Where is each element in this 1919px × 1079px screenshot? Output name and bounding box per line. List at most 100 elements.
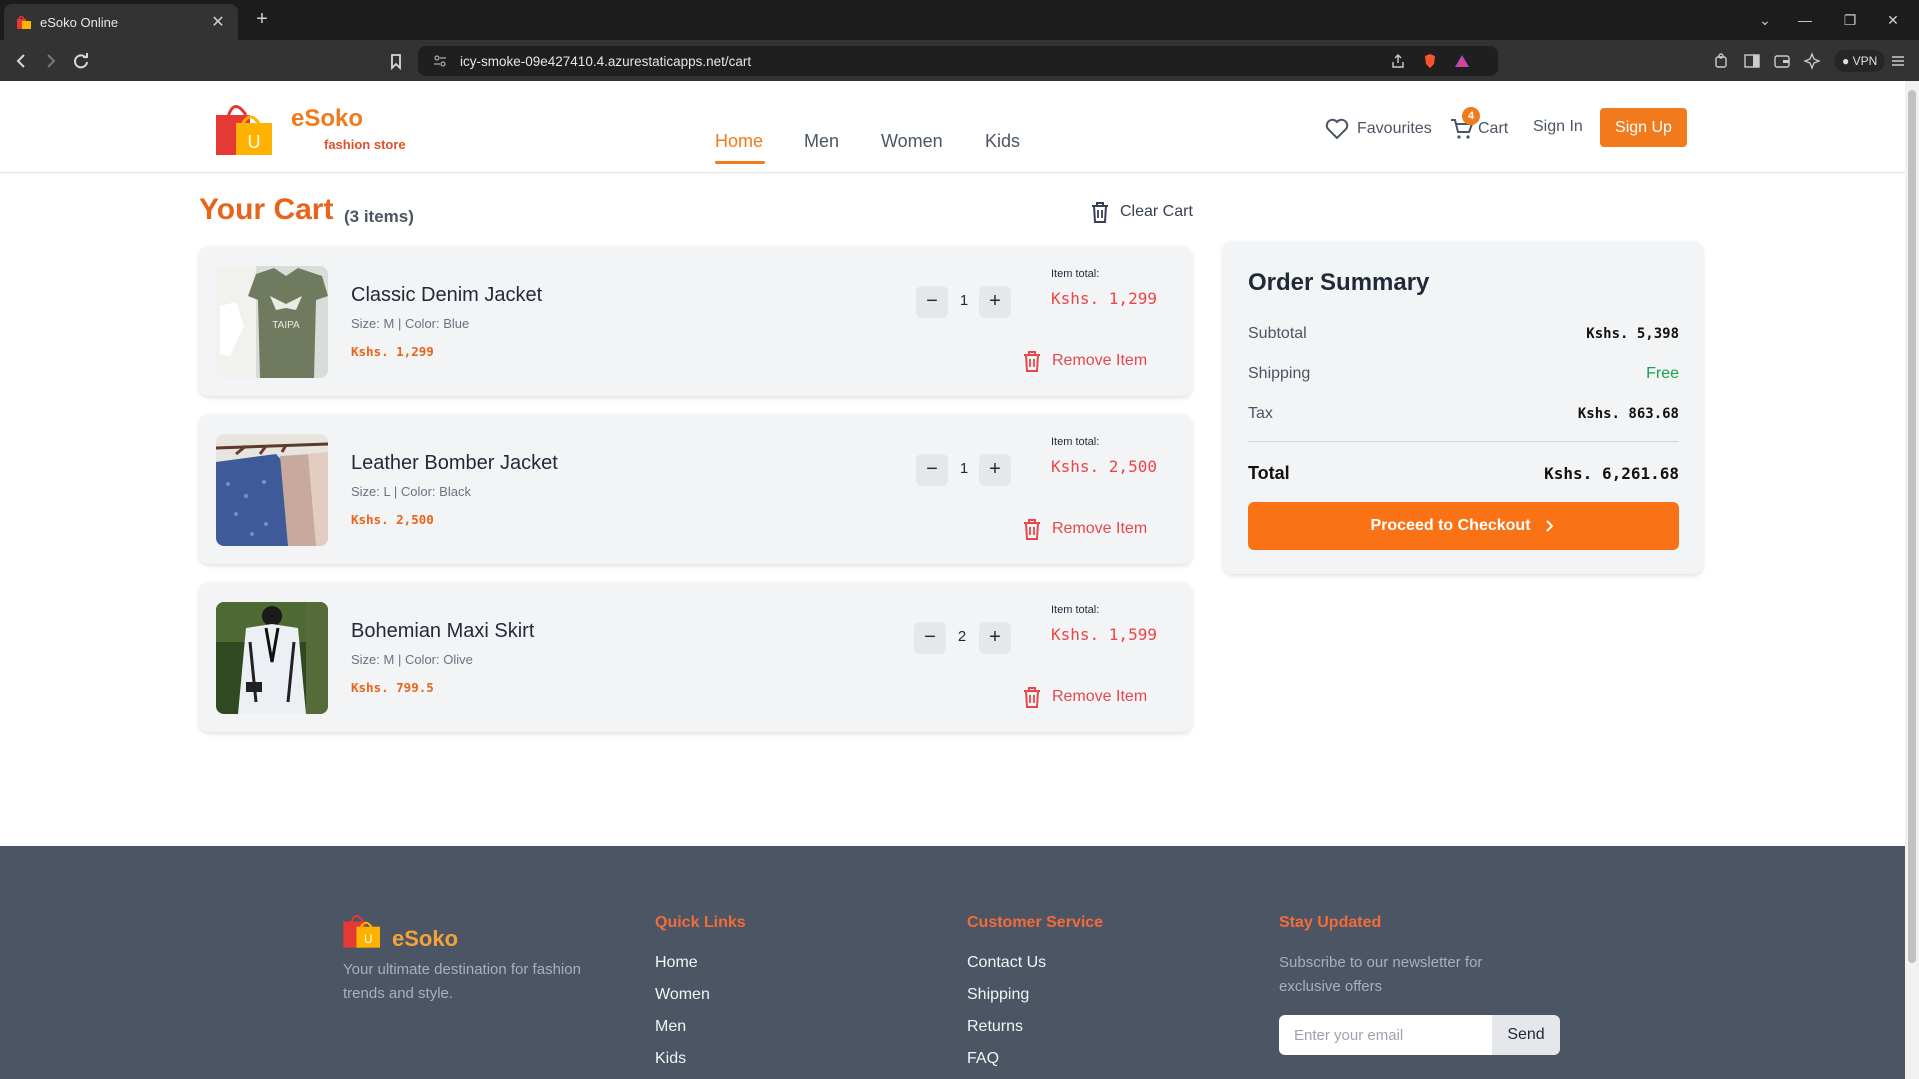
nav-women[interactable]: Women [881, 131, 943, 152]
item-total-value: Kshs. 2,500 [1051, 457, 1157, 476]
product-name: Bohemian Maxi Skirt [351, 620, 535, 642]
summary-divider [1248, 441, 1679, 442]
vpn-label: VPN [1852, 54, 1878, 68]
cart-item: TAIPA Classic Denim Jacket Size: M | Col… [199, 246, 1192, 396]
trash-icon [1092, 202, 1108, 223]
tab-title: eSoko Online [40, 14, 119, 30]
footer-description: Your ultimate destination for fashion tr… [343, 961, 581, 1002]
product-variant: Size: M | Color: Olive [351, 652, 473, 667]
wallet-icon[interactable] [1773, 52, 1791, 70]
shipping-label: Shipping [1248, 365, 1311, 382]
forward-icon[interactable] [38, 48, 64, 74]
remove-item-label: Remove Item [1052, 688, 1148, 705]
browser-tab[interactable]: eSoko Online ✕ [4, 4, 238, 40]
total-value: Kshs. 6,261.68 [1544, 464, 1679, 483]
product-image[interactable]: TAIPA [216, 266, 328, 378]
footer-link-returns[interactable]: Returns [967, 1018, 1023, 1036]
cart-item: Bohemian Maxi Skirt Size: M | Color: Oli… [199, 582, 1192, 732]
address-bar[interactable]: icy-smoke-09e427410.4.azurestaticapps.ne… [418, 46, 1498, 76]
newsletter-send-button[interactable]: Send [1492, 1015, 1560, 1055]
decrease-quantity-button[interactable]: − [916, 286, 948, 318]
remove-item-button[interactable]: Remove Item [1021, 517, 1147, 541]
product-name: Leather Bomber Jacket [351, 452, 558, 474]
customer-service-heading: Customer Service [967, 914, 1104, 931]
share-icon[interactable] [1390, 53, 1406, 69]
footer-logo-icon[interactable]: U [343, 911, 383, 949]
brand-name[interactable]: eSoko [291, 105, 363, 133]
decrease-quantity-button[interactable]: − [914, 622, 946, 654]
product-image[interactable] [216, 434, 328, 546]
cart-link[interactable]: Cart [1450, 118, 1508, 140]
item-total-label: Item total: [1051, 604, 1100, 616]
decrease-quantity-button[interactable]: − [916, 454, 948, 486]
menu-icon[interactable] [1889, 52, 1907, 70]
sidebar-icon[interactable] [1743, 52, 1761, 70]
newsletter-email-input[interactable] [1279, 1015, 1492, 1055]
sign-up-button[interactable]: Sign Up [1600, 108, 1687, 147]
site-footer: U eSoko Your ultimate destination for fa… [0, 846, 1905, 1079]
restore-icon[interactable]: ❐ [1838, 8, 1862, 32]
subtotal-label: Subtotal [1248, 325, 1307, 342]
footer-link-men[interactable]: Men [655, 1018, 686, 1036]
brave-shields-icon[interactable] [1422, 53, 1438, 69]
remove-item-button[interactable]: Remove Item [1021, 685, 1147, 709]
trash-icon [1024, 519, 1040, 540]
remove-item-label: Remove Item [1052, 520, 1148, 537]
remove-item-button[interactable]: Remove Item [1021, 349, 1147, 373]
nav-home[interactable]: Home [715, 131, 763, 152]
product-name: Classic Denim Jacket [351, 284, 543, 306]
esoko-logo-icon[interactable]: U [216, 99, 276, 157]
vpn-button[interactable]: ● VPN [1834, 50, 1886, 72]
footer-link-shipping[interactable]: Shipping [967, 986, 1029, 1004]
cart-item: Leather Bomber Jacket Size: L | Color: B… [199, 414, 1192, 564]
tab-list-chevron-icon[interactable]: ⌄ [1753, 8, 1777, 32]
tab-close-icon[interactable]: ✕ [208, 12, 228, 32]
brave-rewards-icon[interactable] [1454, 53, 1470, 69]
quantity-value: 2 [957, 628, 967, 645]
shipping-value: Free [1646, 365, 1679, 382]
nav-kids[interactable]: Kids [985, 131, 1020, 152]
page-scrollbar-thumb[interactable] [1908, 90, 1916, 963]
item-total-value: Kshs. 1,599 [1051, 625, 1157, 644]
minimize-icon[interactable]: — [1793, 8, 1817, 32]
subtotal-value: Kshs. 5,398 [1586, 326, 1679, 342]
leo-ai-icon[interactable] [1803, 52, 1821, 70]
newsletter-description: Subscribe to our newsletter for exclusiv… [1279, 954, 1483, 995]
product-variant: Size: L | Color: Black [351, 484, 471, 499]
cart-count-badge: 4 [1462, 107, 1480, 125]
footer-link-faq[interactable]: FAQ [967, 1050, 999, 1068]
product-image[interactable] [216, 602, 328, 714]
browser-toolbar: icy-smoke-09e427410.4.azurestaticapps.ne… [0, 40, 1919, 81]
close-window-icon[interactable]: ✕ [1881, 8, 1905, 32]
increase-quantity-button[interactable]: + [979, 286, 1011, 318]
tax-value: Kshs. 863.68 [1577, 406, 1679, 422]
back-icon[interactable] [8, 48, 34, 74]
checkout-label: Proceed to Checkout [1370, 517, 1531, 534]
footer-link-kids[interactable]: Kids [655, 1050, 686, 1068]
product-variant: Size: M | Color: Blue [351, 316, 470, 331]
site-header: U eSoko fashion store Home Men Women Kid… [0, 81, 1905, 173]
new-tab-icon[interactable]: + [250, 8, 274, 32]
browser-tab-bar: eSoko Online ✕ + ⌄ — ❐ ✕ [0, 0, 1919, 40]
remove-item-label: Remove Item [1052, 352, 1148, 369]
favourites-link[interactable]: Favourites [1325, 118, 1432, 140]
increase-quantity-button[interactable]: + [979, 622, 1011, 654]
clear-cart-button[interactable]: Clear Cart [1089, 200, 1193, 224]
unit-price: Kshs. 799.5 [351, 680, 434, 695]
footer-brand-name: eSoko [392, 926, 459, 951]
quantity-value: 1 [959, 292, 969, 309]
proceed-to-checkout-button[interactable]: Proceed to Checkout [1248, 502, 1679, 550]
footer-link-home[interactable]: Home [655, 954, 698, 972]
extensions-icon[interactable] [1713, 52, 1731, 70]
sign-in-link[interactable]: Sign In [1533, 118, 1583, 136]
footer-link-women[interactable]: Women [655, 986, 710, 1004]
reload-icon[interactable] [68, 48, 94, 74]
chevron-right-icon [1545, 520, 1553, 532]
site-settings-icon[interactable] [432, 53, 448, 69]
footer-link-contact[interactable]: Contact Us [967, 954, 1046, 972]
bookmark-icon[interactable] [383, 48, 409, 74]
shopping-bag-favicon-icon [16, 14, 32, 30]
increase-quantity-button[interactable]: + [979, 454, 1011, 486]
nav-men[interactable]: Men [804, 131, 839, 152]
quantity-value: 1 [959, 460, 969, 477]
